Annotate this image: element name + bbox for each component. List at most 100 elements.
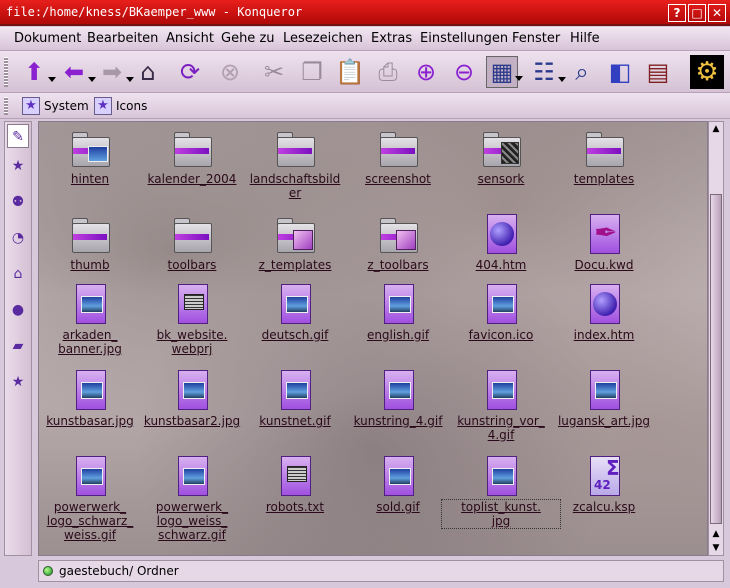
zoom-in-icon[interactable]: ⊕ <box>410 56 442 88</box>
image-file-icon <box>378 456 418 496</box>
folder-package-icon <box>378 214 418 254</box>
file-item[interactable]: landschaftsbild er <box>236 124 354 210</box>
scroll-up-icon[interactable]: ▲ <box>709 527 723 541</box>
back-arrow-icon[interactable]: ⬅ <box>58 56 96 88</box>
image-file-icon <box>481 284 521 324</box>
sidebar-devices-icon[interactable]: ⚉ <box>7 190 29 214</box>
status-led-icon <box>43 566 53 576</box>
folder-icon <box>70 214 110 254</box>
folder-package-icon <box>275 214 315 254</box>
up-arrow-icon[interactable]: ⬆ <box>18 56 56 88</box>
scroll-up-icon[interactable]: ▲ <box>709 122 723 136</box>
folder-icon <box>584 128 624 168</box>
tree-view-icon[interactable]: ☷ <box>528 56 566 88</box>
file-item[interactable]: templates <box>545 124 663 210</box>
scroll-thumb[interactable] <box>710 194 722 524</box>
zoom-out-icon[interactable]: ⊖ <box>448 56 480 88</box>
file-item[interactable]: kunstring_vor_ 4.gif <box>442 366 560 452</box>
file-item[interactable]: deutsch.gif <box>236 280 354 366</box>
file-item[interactable]: kunstring_4.gif <box>339 366 457 452</box>
file-item[interactable]: kalender_2004 <box>133 124 251 210</box>
sidebar-network-icon[interactable]: ● <box>7 298 29 322</box>
menu-extras[interactable]: Extras <box>371 31 412 46</box>
menu-gehe-zu[interactable]: Gehe zu <box>221 31 275 46</box>
sidebar-history-icon[interactable]: ◔ <box>7 226 29 250</box>
vertical-scrollbar[interactable]: ▲ ▲ ▼ <box>708 121 724 556</box>
calculator-icon: Σ 42 <box>584 456 624 496</box>
image-file-icon <box>481 456 521 496</box>
file-item[interactable]: kunstbasar2.jpg <box>133 366 251 452</box>
folder-icon <box>378 128 418 168</box>
image-file-icon <box>481 370 521 410</box>
menu-ansicht[interactable]: Ansicht <box>166 31 214 46</box>
image-file-icon <box>378 284 418 324</box>
bookmark-icons-label: Icons <box>116 99 148 113</box>
image-file-icon <box>70 370 110 410</box>
menu-bearbeiten[interactable]: Bearbeiten <box>87 31 158 46</box>
file-item[interactable]: kunstnet.gif <box>236 366 354 452</box>
sidebar-services-icon[interactable]: ★ <box>7 370 29 394</box>
gear-icon[interactable]: ⚙ <box>690 55 724 89</box>
forward-arrow-icon[interactable]: ➡ <box>96 56 134 88</box>
file-icon-view[interactable]: hinten kalender_2004 landschaftsbild er … <box>38 121 708 556</box>
folder-film-icon <box>481 128 521 168</box>
menu-dokument[interactable]: Dokument <box>14 31 81 46</box>
sidebar-config-icon[interactable]: ✎ <box>7 124 29 148</box>
split-view-icon[interactable]: ◧ <box>604 56 636 88</box>
paste-icon[interactable]: 📋 <box>334 56 366 88</box>
folder-icon <box>172 128 212 168</box>
file-item[interactable]: english.gif <box>339 280 457 366</box>
globe-icon <box>584 284 624 324</box>
sidebar-root-icon[interactable]: ▰ <box>7 334 29 358</box>
file-item[interactable]: powerwerk_ logo_weiss_ schwarz.gif <box>133 452 251 552</box>
menu-fenster[interactable]: Fenster <box>512 31 560 46</box>
bookmark-system[interactable]: ★ System <box>22 96 89 116</box>
image-file-icon <box>172 456 212 496</box>
file-item[interactable]: lugansk_art.jpg <box>545 366 663 452</box>
text-file-icon <box>275 456 315 496</box>
maximize-button[interactable]: □ <box>688 4 706 22</box>
folder-image-icon <box>70 128 110 168</box>
menu-hilfe[interactable]: Hilfe <box>570 31 600 46</box>
toolbar-grip[interactable] <box>4 57 8 87</box>
menu-bar: Dokument Bearbeiten Ansicht Gehe zu Lese… <box>0 27 730 51</box>
status-bar: gaestebuch/ Ordner <box>38 560 724 582</box>
quill-icon: ✒ <box>584 214 624 254</box>
copy-icon[interactable]: ❐ <box>296 56 328 88</box>
bookmark-grip[interactable] <box>4 97 8 115</box>
globe-icon <box>481 214 521 254</box>
file-item-focused[interactable]: toplist_kunst. jpg <box>441 452 561 538</box>
file-item[interactable]: bk_website. webprj <box>133 280 251 366</box>
icon-view-icon[interactable]: ▦ <box>486 56 523 88</box>
window-title: file:/home/kness/BKaemper_www - Konquero… <box>6 5 303 19</box>
file-item[interactable]: sold.gif <box>339 452 457 538</box>
sidebar-home-icon[interactable]: ⌂ <box>7 262 29 286</box>
print-icon[interactable]: ⎙ <box>372 56 404 88</box>
sidebar-bookmarks-icon[interactable]: ★ <box>7 154 29 178</box>
file-item[interactable]: favicon.ico <box>442 280 560 366</box>
security-wall-icon[interactable]: ▤ <box>642 56 674 88</box>
stop-icon[interactable]: ⊗ <box>214 56 246 88</box>
file-item[interactable]: screenshot <box>339 124 457 210</box>
reload-icon[interactable]: ⟳ <box>174 56 206 88</box>
title-bar[interactable]: file:/home/kness/BKaemper_www - Konquero… <box>0 0 730 26</box>
close-button[interactable]: ✕ <box>708 4 726 22</box>
image-file-icon <box>70 456 110 496</box>
file-item[interactable]: index.htm <box>545 280 663 366</box>
bookmark-icons[interactable]: ★ Icons <box>94 96 147 116</box>
home-icon[interactable]: ⌂ <box>132 56 164 88</box>
menu-lesezeichen[interactable]: Lesezeichen <box>283 31 363 46</box>
help-button[interactable]: ? <box>668 4 686 22</box>
bookmark-toolbar: ★ System ★ Icons <box>0 93 730 119</box>
document-icon <box>172 284 212 324</box>
file-item[interactable]: Σ 42 zcalcu.ksp <box>545 452 663 538</box>
scroll-down-icon[interactable]: ▼ <box>709 541 723 555</box>
star-icon: ★ <box>94 97 112 115</box>
image-file-icon <box>172 370 212 410</box>
file-item[interactable]: robots.txt <box>236 452 354 538</box>
menu-einstellungen[interactable]: Einstellungen <box>420 31 508 46</box>
preview-icon[interactable]: ⌕ <box>566 56 598 88</box>
image-file-icon <box>70 284 110 324</box>
cut-icon[interactable]: ✂ <box>258 56 290 88</box>
file-item[interactable]: sensork <box>442 124 560 210</box>
